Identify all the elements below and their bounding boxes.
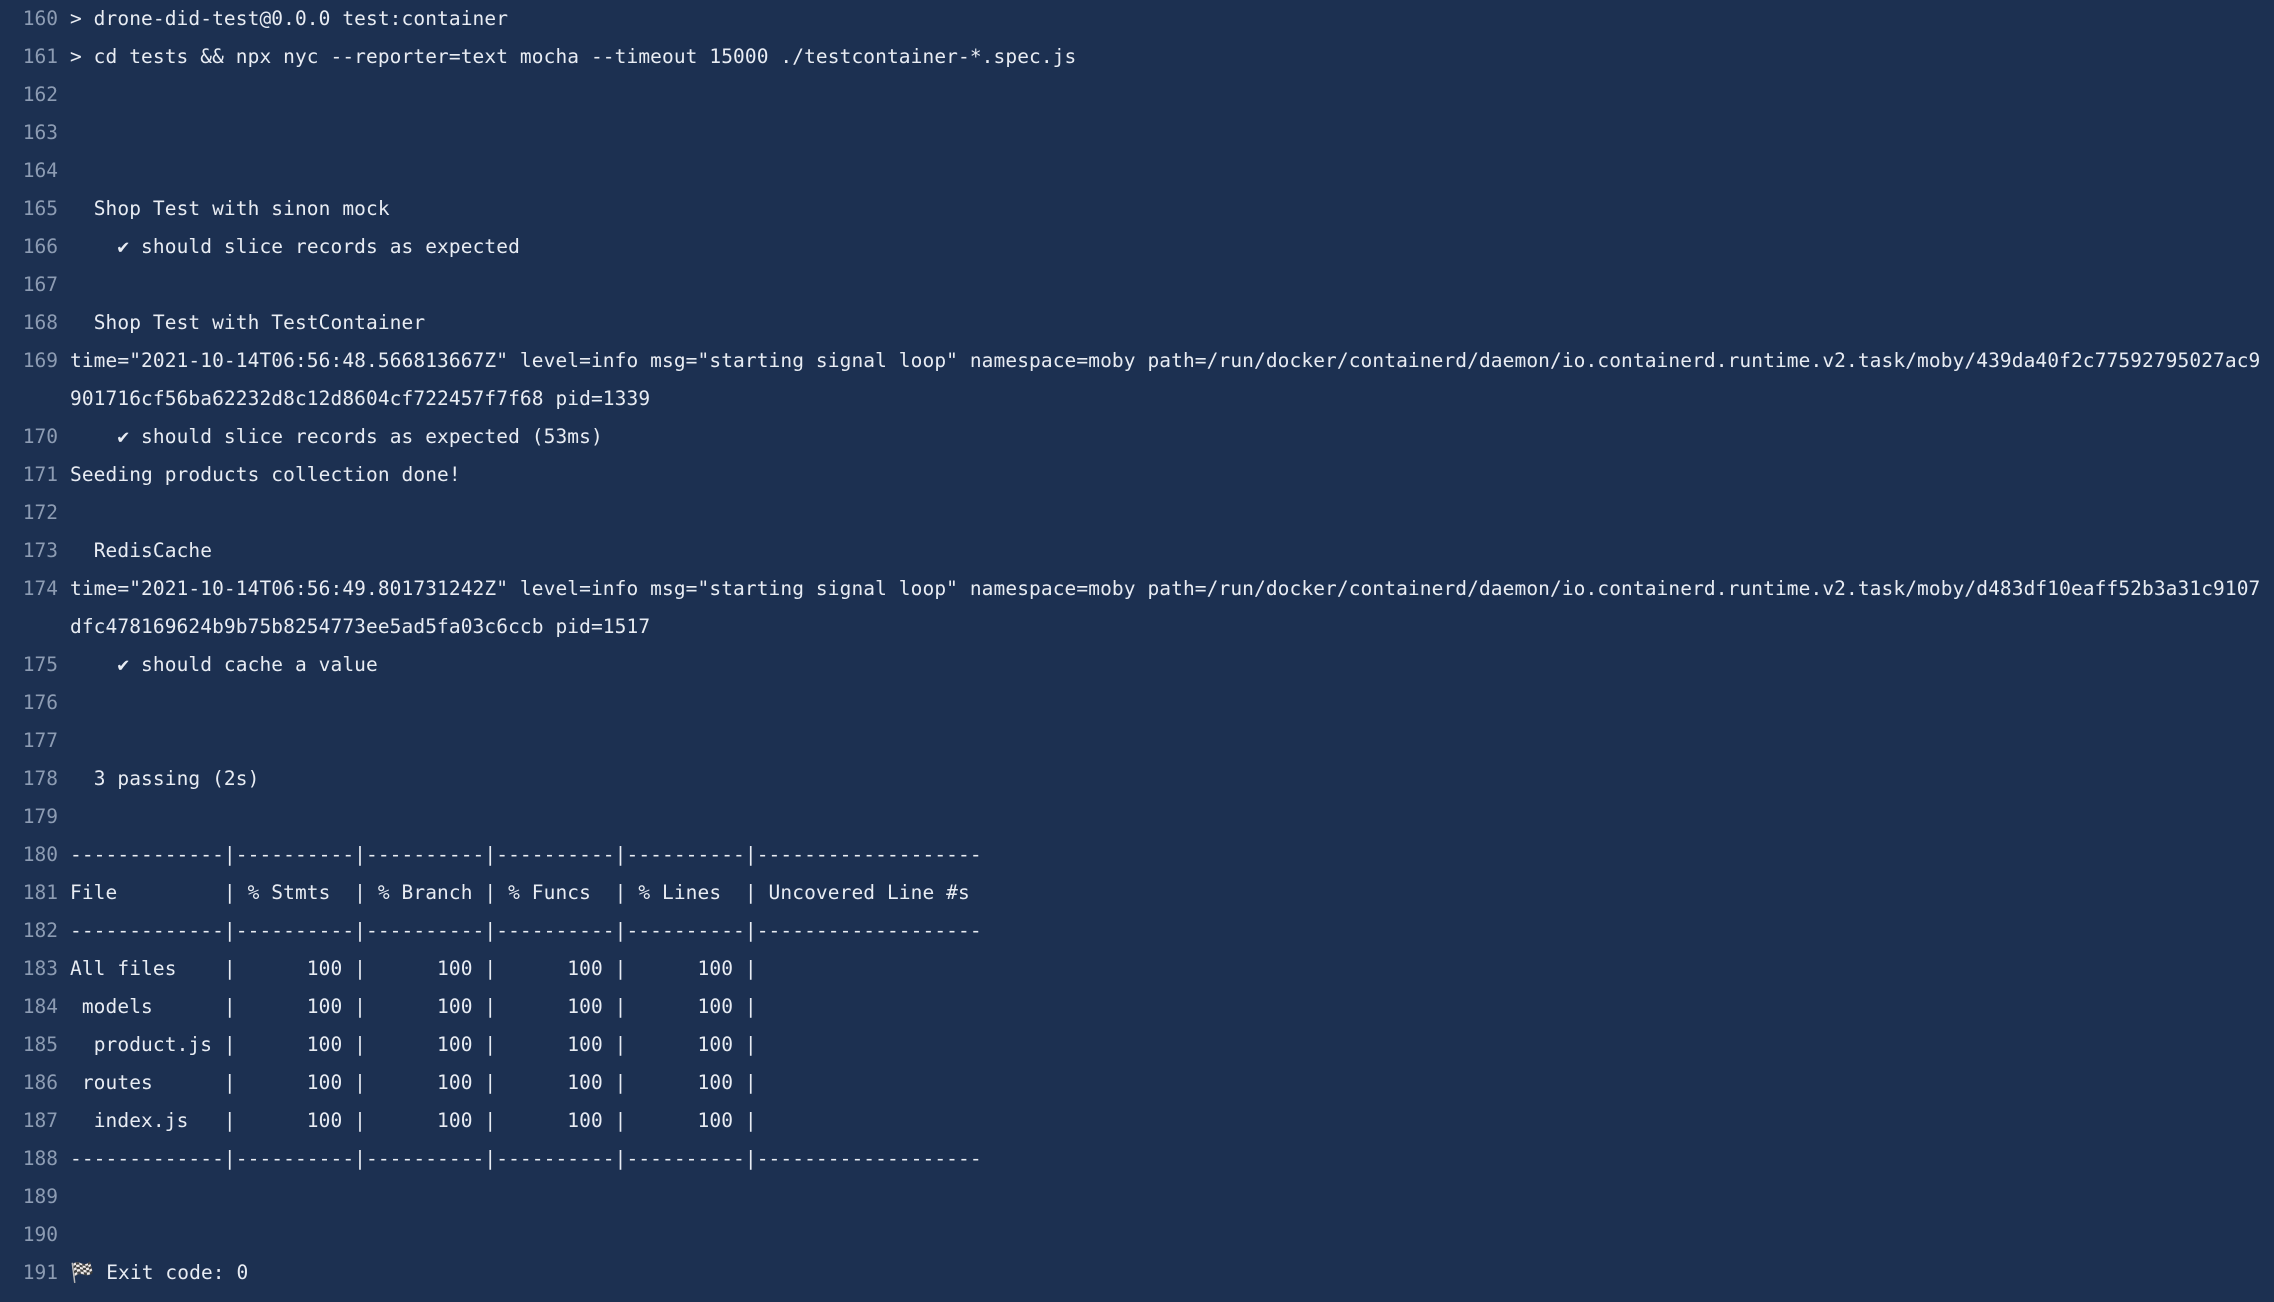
log-line: 176	[0, 684, 2274, 722]
log-line: 177	[0, 722, 2274, 760]
line-number: 165	[22, 197, 58, 220]
log-line-text: > drone-did-test@0.0.0 test:container	[70, 7, 509, 30]
line-number: 191	[22, 1261, 58, 1284]
log-line: 181 File | % Stmts | % Branch | % Funcs |…	[0, 874, 2274, 912]
log-line: 185 product.js | 100 | 100 | 100 | 100 |	[0, 1026, 2274, 1064]
log-line-text: 3 passing (2s)	[70, 767, 260, 790]
log-line: 184 models | 100 | 100 | 100 | 100 |	[0, 988, 2274, 1026]
line-number: 182	[22, 919, 58, 942]
log-line: 161 > cd tests && npx nyc --reporter=text…	[0, 38, 2274, 76]
log-line-text: > cd tests && npx nyc --reporter=text mo…	[70, 45, 1077, 68]
line-number: 187	[22, 1109, 58, 1132]
log-line: 163	[0, 114, 2274, 152]
line-number: 163	[22, 121, 58, 144]
build-log-output[interactable]: 160 > drone-did-test@0.0.0 test:container…	[0, 0, 2274, 1292]
log-line-text: ✔ should slice records as expected (53ms…	[70, 425, 603, 448]
log-line: 186 routes | 100 | 100 | 100 | 100 |	[0, 1064, 2274, 1102]
log-line-text: ✔ should slice records as expected	[70, 235, 520, 258]
log-line-text: -------------|----------|----------|----…	[70, 919, 982, 942]
line-number: 170	[22, 425, 58, 448]
line-number: 172	[22, 501, 58, 524]
line-number: 167	[22, 273, 58, 296]
log-line: 191 🏁 Exit code: 0	[0, 1254, 2274, 1292]
line-number: 174	[22, 577, 58, 600]
line-number: 175	[22, 653, 58, 676]
log-line-text: RedisCache	[70, 539, 213, 562]
log-line-text: 🏁 Exit code: 0	[70, 1261, 249, 1284]
line-number: 188	[22, 1147, 58, 1170]
log-line: 166 ✔ should slice records as expected	[0, 228, 2274, 266]
line-number: 171	[22, 463, 58, 486]
line-number: 173	[22, 539, 58, 562]
line-number: 183	[22, 957, 58, 980]
log-line: 173 RedisCache	[0, 532, 2274, 570]
log-line-text	[70, 1216, 2274, 1254]
line-number: 189	[22, 1185, 58, 1208]
log-line: 180 -------------|----------|----------|-…	[0, 836, 2274, 874]
line-number: 169	[22, 349, 58, 372]
line-number: 161	[22, 45, 58, 68]
line-number: 178	[22, 767, 58, 790]
line-number: 185	[22, 1033, 58, 1056]
log-line: 190	[0, 1216, 2274, 1254]
log-line: 171 Seeding products collection done!	[0, 456, 2274, 494]
log-line: 164	[0, 152, 2274, 190]
log-line: 172	[0, 494, 2274, 532]
log-line: 189	[0, 1178, 2274, 1216]
log-line-text	[70, 114, 2274, 152]
line-number: 166	[22, 235, 58, 258]
log-line-text: File | % Stmts | % Branch | % Funcs | % …	[70, 881, 970, 904]
log-line-text: routes | 100 | 100 | 100 | 100 |	[70, 1071, 757, 1094]
log-line-text: models | 100 | 100 | 100 | 100 |	[70, 995, 757, 1018]
log-line-text: All files | 100 | 100 | 100 | 100 |	[70, 957, 757, 980]
log-line: 174 time="2021-10-14T06:56:49.801731242Z"…	[0, 570, 2274, 646]
log-line-text: time="2021-10-14T06:56:49.801731242Z" le…	[70, 577, 2261, 638]
log-line: 167	[0, 266, 2274, 304]
line-number: 168	[22, 311, 58, 334]
log-line-text: Seeding products collection done!	[70, 463, 461, 486]
log-line-text	[70, 1178, 2274, 1216]
line-number: 179	[22, 805, 58, 828]
log-line: 188 -------------|----------|----------|-…	[0, 1140, 2274, 1178]
line-number: 176	[22, 691, 58, 714]
line-number: 160	[22, 7, 58, 30]
log-line: 182 -------------|----------|----------|-…	[0, 912, 2274, 950]
log-line-text	[70, 798, 2274, 836]
line-number: 186	[22, 1071, 58, 1094]
log-line: 183 All files | 100 | 100 | 100 | 100 |	[0, 950, 2274, 988]
log-line-text: product.js | 100 | 100 | 100 | 100 |	[70, 1033, 757, 1056]
log-line: 168 Shop Test with TestContainer	[0, 304, 2274, 342]
line-number: 164	[22, 159, 58, 182]
log-line-text	[70, 684, 2274, 722]
log-line: 178 3 passing (2s)	[0, 760, 2274, 798]
log-line-text	[70, 494, 2274, 532]
log-line-text: -------------|----------|----------|----…	[70, 1147, 982, 1170]
log-line: 169 time="2021-10-14T06:56:48.566813667Z"…	[0, 342, 2274, 418]
log-line-text: time="2021-10-14T06:56:48.566813667Z" le…	[70, 349, 2261, 410]
line-number: 180	[22, 843, 58, 866]
log-line: 160 > drone-did-test@0.0.0 test:container	[0, 0, 2274, 38]
line-number: 162	[22, 83, 58, 106]
log-line-text: Shop Test with TestContainer	[70, 311, 426, 334]
log-line-text: ✔ should cache a value	[70, 653, 378, 676]
log-line: 165 Shop Test with sinon mock	[0, 190, 2274, 228]
log-line: 187 index.js | 100 | 100 | 100 | 100 |	[0, 1102, 2274, 1140]
log-line-text	[70, 152, 2274, 190]
log-line-text	[70, 266, 2274, 304]
log-line: 179	[0, 798, 2274, 836]
log-line: 162	[0, 76, 2274, 114]
line-number: 184	[22, 995, 58, 1018]
log-line-text	[70, 76, 2274, 114]
log-line: 170 ✔ should slice records as expected (…	[0, 418, 2274, 456]
log-line-text: -------------|----------|----------|----…	[70, 843, 982, 866]
log-line: 175 ✔ should cache a value	[0, 646, 2274, 684]
line-number: 181	[22, 881, 58, 904]
log-line-text	[70, 722, 2274, 760]
log-line-text: Shop Test with sinon mock	[70, 197, 390, 220]
line-number: 177	[22, 729, 58, 752]
line-number: 190	[22, 1223, 58, 1246]
log-line-text: index.js | 100 | 100 | 100 | 100 |	[70, 1109, 757, 1132]
